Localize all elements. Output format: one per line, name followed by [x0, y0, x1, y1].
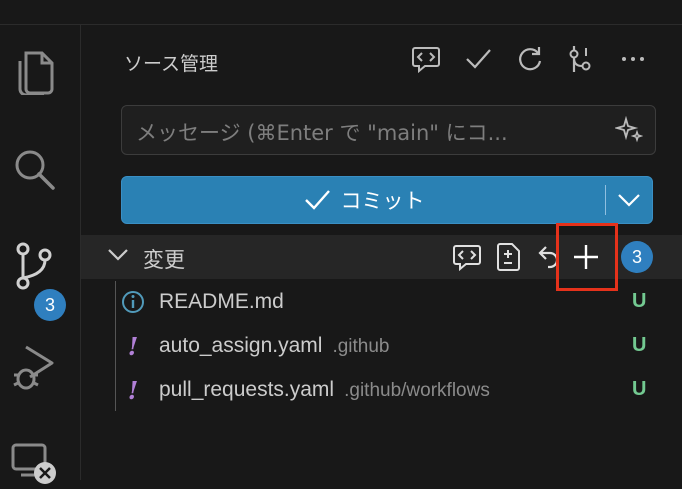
file-item-readme[interactable]: README.md U — [117, 281, 682, 325]
file-name: auto_assign.yaml — [159, 334, 323, 357]
changes-group-label: 変更 — [143, 248, 185, 272]
yaml-icon: ! — [127, 375, 139, 405]
panel-title: ソース管理 — [124, 53, 219, 75]
file-path: .github/workflows — [344, 380, 490, 401]
file-path: .github — [332, 336, 390, 357]
file-status: U — [632, 378, 647, 400]
title-bar — [0, 0, 682, 25]
activity-bar: 3 — [0, 25, 81, 484]
commit-label: コミット — [340, 189, 425, 213]
commit-check-icon[interactable] — [460, 41, 496, 77]
changes-count-badge: 3 — [621, 241, 653, 273]
file-name: pull_requests.yaml — [159, 378, 335, 401]
graph-icon[interactable] — [562, 41, 598, 77]
file-status: U — [632, 334, 647, 356]
search-icon[interactable] — [8, 143, 60, 195]
scm-badge: 3 — [34, 289, 66, 321]
generate-commit-message-icon[interactable] — [408, 41, 444, 77]
commit-dropdown-button[interactable] — [606, 177, 652, 223]
commit-message-placeholder: メッセージ (⌘Enter で "main" にコ... — [136, 121, 508, 145]
info-icon — [121, 290, 145, 314]
commit-button[interactable]: コミット — [121, 176, 653, 224]
source-control-icon[interactable] — [8, 240, 60, 292]
open-changes-icon[interactable] — [450, 239, 484, 275]
file-item-auto-assign[interactable]: ! auto_assign.yaml .github U — [117, 325, 682, 369]
file-status: U — [632, 290, 647, 312]
commit-main-action[interactable]: コミット — [122, 177, 605, 223]
commit-message-input[interactable]: メッセージ (⌘Enter で "main" にコ... — [121, 105, 656, 155]
file-name: README.md — [159, 290, 284, 313]
file-item-pull-requests[interactable]: ! pull_requests.yaml .github/workflows U — [117, 369, 682, 413]
yaml-icon: ! — [127, 331, 139, 361]
run-debug-icon[interactable] — [8, 340, 60, 392]
chevron-down-icon — [618, 194, 640, 207]
tree-guide-line — [115, 281, 116, 411]
diff-file-icon[interactable] — [492, 239, 526, 275]
explorer-icon[interactable] — [8, 45, 60, 97]
check-icon — [304, 190, 330, 210]
chevron-down-icon[interactable] — [107, 247, 129, 266]
remote-explorer-icon[interactable] — [8, 437, 60, 489]
source-control-panel: ソース管理 メッセージ (⌘Enter で "main" にコ... コミット … — [81, 25, 682, 480]
sparkle-icon[interactable] — [613, 115, 644, 148]
more-icon[interactable] — [615, 41, 651, 77]
refresh-icon[interactable] — [512, 41, 548, 77]
